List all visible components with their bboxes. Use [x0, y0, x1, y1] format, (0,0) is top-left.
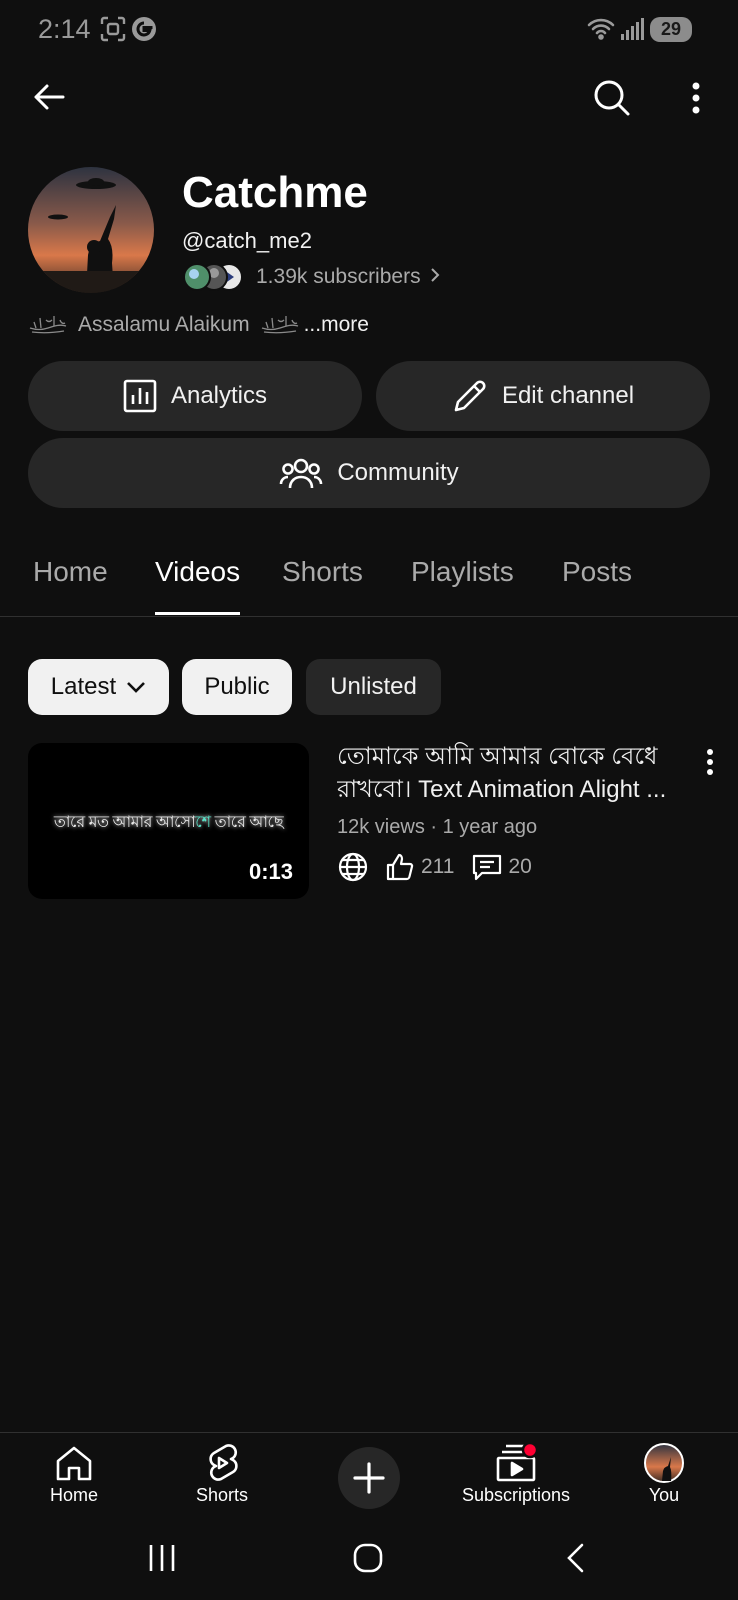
channel-avatar[interactable]	[28, 167, 154, 293]
system-navigation-bar	[0, 1518, 738, 1600]
battery-indicator: 29	[650, 17, 692, 42]
subscriber-count-link[interactable]: 1.39k subscribers	[256, 265, 440, 289]
description-text: Assalamu Alaikum	[78, 312, 250, 336]
nav-subscriptions-label: Subscriptions	[461, 1485, 571, 1505]
back-button[interactable]	[26, 74, 72, 120]
video-age: 1 year ago	[442, 816, 538, 838]
channel-name: Catchme	[182, 168, 368, 217]
tab-home[interactable]: Home	[33, 556, 108, 588]
google-icon	[131, 16, 157, 42]
thumbnail-text: তারে মত আমার আসোশে তারে আছে	[53, 814, 284, 831]
community-people-icon	[280, 458, 323, 489]
pencil-icon	[454, 380, 486, 412]
video-stats: 211 20	[337, 851, 532, 883]
sort-dropdown[interactable]: Latest	[28, 659, 169, 715]
status-bar: 2:14 29	[0, 0, 738, 60]
comment-count: 20	[508, 855, 532, 878]
video-title[interactable]: তোমাকে আমি আমার বোকে বেধে রাখবো। Text An…	[337, 740, 692, 806]
subscriber-count: 1.39k subscribers	[256, 265, 421, 288]
channel-description[interactable]: Assalamu Alaikum ...more	[28, 310, 369, 339]
bismillah-calligraphy-icon	[260, 310, 300, 339]
recent-apps-button[interactable]	[142, 1538, 182, 1578]
active-tab-indicator	[155, 612, 240, 615]
subscriptions-icon	[496, 1443, 538, 1482]
description-more-link[interactable]: ...more	[304, 313, 369, 337]
filter-unlisted-chip[interactable]: Unlisted	[306, 659, 441, 715]
sort-label: Latest	[50, 673, 117, 700]
tab-posts[interactable]: Posts	[562, 556, 632, 588]
tab-playlists[interactable]: Playlists	[411, 556, 514, 588]
nav-shorts[interactable]: Shorts	[162, 1443, 282, 1506]
edit-channel-label: Edit channel	[501, 382, 635, 409]
community-button[interactable]: Community	[28, 438, 710, 508]
channel-handle: @catch_me2	[182, 228, 312, 253]
screenshot-icon	[100, 16, 126, 42]
system-back-button[interactable]	[556, 1538, 596, 1578]
tab-shorts[interactable]: Shorts	[282, 556, 363, 588]
video-duration: 0:13	[248, 859, 293, 884]
profile-avatar-icon	[644, 1443, 684, 1483]
edit-channel-button[interactable]: Edit channel	[376, 361, 710, 431]
nav-home[interactable]: Home	[14, 1443, 134, 1506]
home-icon	[56, 1446, 92, 1481]
kebab-menu-icon	[692, 82, 700, 114]
search-button[interactable]	[588, 74, 636, 122]
wifi-icon	[586, 16, 616, 42]
video-title-line2: রাখবো। Text Animation Alight ...	[337, 776, 667, 803]
chevron-down-icon	[127, 682, 146, 693]
kebab-menu-icon	[707, 749, 713, 775]
comment-icon	[473, 854, 502, 881]
tabs-divider	[0, 616, 738, 617]
nav-shorts-label: Shorts	[195, 1485, 249, 1505]
plus-icon	[353, 1462, 385, 1494]
nav-you[interactable]: You	[604, 1443, 724, 1506]
video-options-button[interactable]	[696, 744, 724, 780]
video-meta: 12k views · 1 year ago	[337, 816, 537, 839]
thumbs-up-icon	[386, 853, 414, 881]
like-count: 211	[421, 855, 455, 878]
notification-dot	[521, 1443, 538, 1459]
filter-public-chip[interactable]: Public	[182, 659, 292, 715]
create-button[interactable]	[338, 1447, 400, 1509]
shorts-icon	[209, 1444, 238, 1481]
tab-videos[interactable]: Videos	[155, 556, 240, 588]
status-time: 2:14	[38, 14, 91, 44]
analytics-button[interactable]: Analytics	[28, 361, 362, 431]
video-title-line1: তোমাকে আমি আমার বোকে বেধে	[337, 743, 658, 770]
analytics-label: Analytics	[170, 382, 268, 409]
more-options-button[interactable]	[676, 74, 716, 122]
search-icon	[594, 80, 630, 116]
recent-apps-icon	[149, 1545, 175, 1571]
home-circle-icon	[353, 1543, 383, 1573]
bismillah-calligraphy-icon	[28, 310, 68, 339]
chevron-right-icon	[430, 265, 440, 288]
signal-icon	[620, 16, 644, 42]
nav-subscriptions[interactable]: Subscriptions	[456, 1443, 576, 1506]
home-system-button[interactable]	[348, 1538, 388, 1578]
nav-home-label: Home	[49, 1485, 98, 1505]
community-label: Community	[337, 459, 459, 486]
globe-icon	[338, 852, 368, 882]
back-chevron-icon	[567, 1543, 584, 1573]
bottom-navigation: Home Shorts Subscriptions You	[0, 1432, 738, 1519]
analytics-chart-icon	[123, 379, 157, 413]
subscriber-avatars	[182, 262, 248, 292]
video-views: 12k views	[337, 816, 425, 838]
video-thumbnail[interactable]: তারে মত আমার আসোশে তারে আছে 0:13	[28, 743, 309, 899]
nav-you-label: You	[648, 1485, 680, 1505]
meta-separator: ·	[430, 816, 443, 838]
back-arrow-icon	[34, 84, 65, 110]
